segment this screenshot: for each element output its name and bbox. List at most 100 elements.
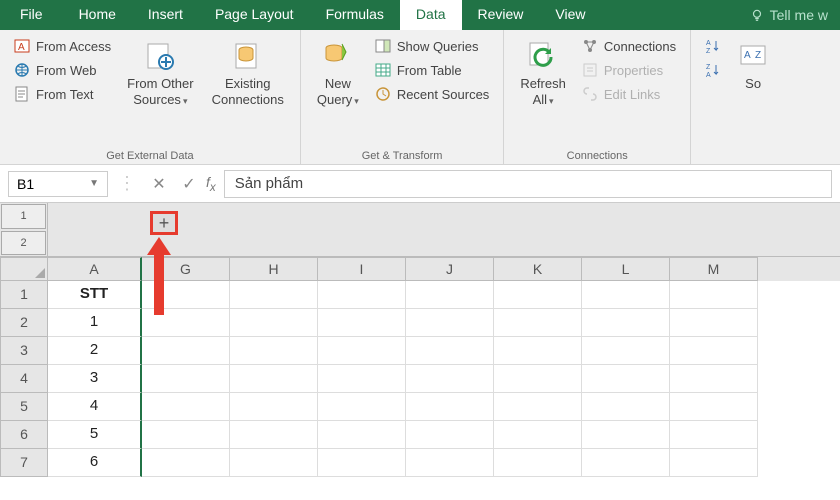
tab-file[interactable]: File [0, 0, 63, 30]
column-header-h[interactable]: H [230, 257, 318, 281]
row-header[interactable]: 6 [0, 421, 48, 449]
cell[interactable] [406, 281, 494, 309]
row-header[interactable]: 1 [0, 281, 48, 309]
cell[interactable] [230, 281, 318, 309]
cell[interactable] [142, 309, 230, 337]
cell[interactable] [494, 449, 582, 477]
cell[interactable]: STT [48, 281, 142, 309]
cell[interactable] [230, 365, 318, 393]
tab-page-layout[interactable]: Page Layout [199, 0, 310, 30]
cell[interactable] [142, 421, 230, 449]
cell[interactable] [318, 337, 406, 365]
tab-view[interactable]: View [539, 0, 601, 30]
cell[interactable] [318, 309, 406, 337]
cell[interactable] [230, 421, 318, 449]
cell[interactable] [318, 281, 406, 309]
column-header-a[interactable]: A [48, 257, 142, 281]
cell[interactable] [670, 393, 758, 421]
column-header-j[interactable]: J [406, 257, 494, 281]
connections-button[interactable]: Connections [578, 36, 680, 56]
existing-connections-button[interactable]: Existing Connections [206, 36, 290, 111]
cell[interactable] [494, 337, 582, 365]
cell[interactable] [318, 421, 406, 449]
cell[interactable] [670, 309, 758, 337]
cell[interactable]: 3 [48, 365, 142, 393]
from-access-button[interactable]: A From Access [10, 36, 115, 56]
cell[interactable] [494, 421, 582, 449]
tab-insert[interactable]: Insert [132, 0, 199, 30]
cell[interactable] [582, 365, 670, 393]
name-box-dropdown-icon[interactable]: ▼ [89, 178, 99, 189]
row-header[interactable]: 4 [0, 365, 48, 393]
cell[interactable] [670, 337, 758, 365]
cell[interactable] [406, 449, 494, 477]
tab-data[interactable]: Data [400, 0, 462, 30]
tell-me[interactable]: Tell me w [738, 0, 840, 30]
cell[interactable] [582, 421, 670, 449]
cell[interactable] [142, 337, 230, 365]
sort-za-button[interactable]: ZA [701, 60, 725, 80]
cancel-formula-button[interactable]: ✕ [146, 174, 172, 194]
cell[interactable] [318, 449, 406, 477]
row-header[interactable]: 2 [0, 309, 48, 337]
outline-level-2[interactable]: 2 [1, 231, 46, 256]
cell[interactable] [406, 337, 494, 365]
sort-az-button[interactable]: AZ [701, 36, 725, 56]
cell[interactable] [670, 449, 758, 477]
from-web-button[interactable]: From Web [10, 60, 115, 80]
cell[interactable] [230, 309, 318, 337]
cell[interactable]: 1 [48, 309, 142, 337]
row-header[interactable]: 7 [0, 449, 48, 477]
from-text-button[interactable]: From Text [10, 84, 115, 104]
row-header[interactable]: 5 [0, 393, 48, 421]
cell[interactable] [142, 365, 230, 393]
outline-expand-button[interactable]: + [150, 211, 178, 235]
outline-level-1[interactable]: 1 [1, 204, 46, 229]
formula-input[interactable]: Sản phẩm [224, 170, 832, 198]
select-all-corner[interactable] [0, 257, 48, 281]
tab-home[interactable]: Home [63, 0, 132, 30]
column-header-g[interactable]: G [142, 257, 230, 281]
cell[interactable] [142, 449, 230, 477]
cell[interactable] [142, 281, 230, 309]
cell[interactable] [230, 393, 318, 421]
column-header-m[interactable]: M [670, 257, 758, 281]
cell[interactable] [582, 449, 670, 477]
refresh-all-button[interactable]: Refresh All▾ [514, 36, 572, 111]
cell[interactable] [406, 421, 494, 449]
column-header-l[interactable]: L [582, 257, 670, 281]
column-header-k[interactable]: K [494, 257, 582, 281]
tab-review[interactable]: Review [462, 0, 540, 30]
from-other-sources-button[interactable]: From Other Sources▾ [121, 36, 199, 111]
cell[interactable]: 6 [48, 449, 142, 477]
cell[interactable] [582, 281, 670, 309]
cell[interactable] [670, 281, 758, 309]
enter-formula-button[interactable]: ✓ [176, 174, 202, 194]
from-table-button[interactable]: From Table [371, 60, 494, 80]
cell[interactable] [318, 393, 406, 421]
cell[interactable]: 4 [48, 393, 142, 421]
name-box[interactable]: B1 ▼ [8, 171, 108, 197]
cell[interactable] [494, 309, 582, 337]
cell[interactable] [142, 393, 230, 421]
cell[interactable] [230, 449, 318, 477]
cell[interactable] [406, 309, 494, 337]
cell[interactable] [670, 365, 758, 393]
cell[interactable] [494, 281, 582, 309]
cell[interactable] [494, 365, 582, 393]
cell[interactable] [230, 337, 318, 365]
new-query-button[interactable]: New Query▾ [311, 36, 365, 111]
cell[interactable]: 2 [48, 337, 142, 365]
column-header-i[interactable]: I [318, 257, 406, 281]
cell[interactable] [582, 393, 670, 421]
cell[interactable] [582, 309, 670, 337]
fx-icon[interactable]: fx [206, 174, 220, 194]
cell[interactable] [406, 393, 494, 421]
tab-formulas[interactable]: Formulas [310, 0, 400, 30]
cell[interactable] [318, 365, 406, 393]
row-header[interactable]: 3 [0, 337, 48, 365]
cell[interactable] [582, 337, 670, 365]
sort-button[interactable]: AZ So [731, 36, 769, 96]
cell[interactable] [494, 393, 582, 421]
cell[interactable] [406, 365, 494, 393]
